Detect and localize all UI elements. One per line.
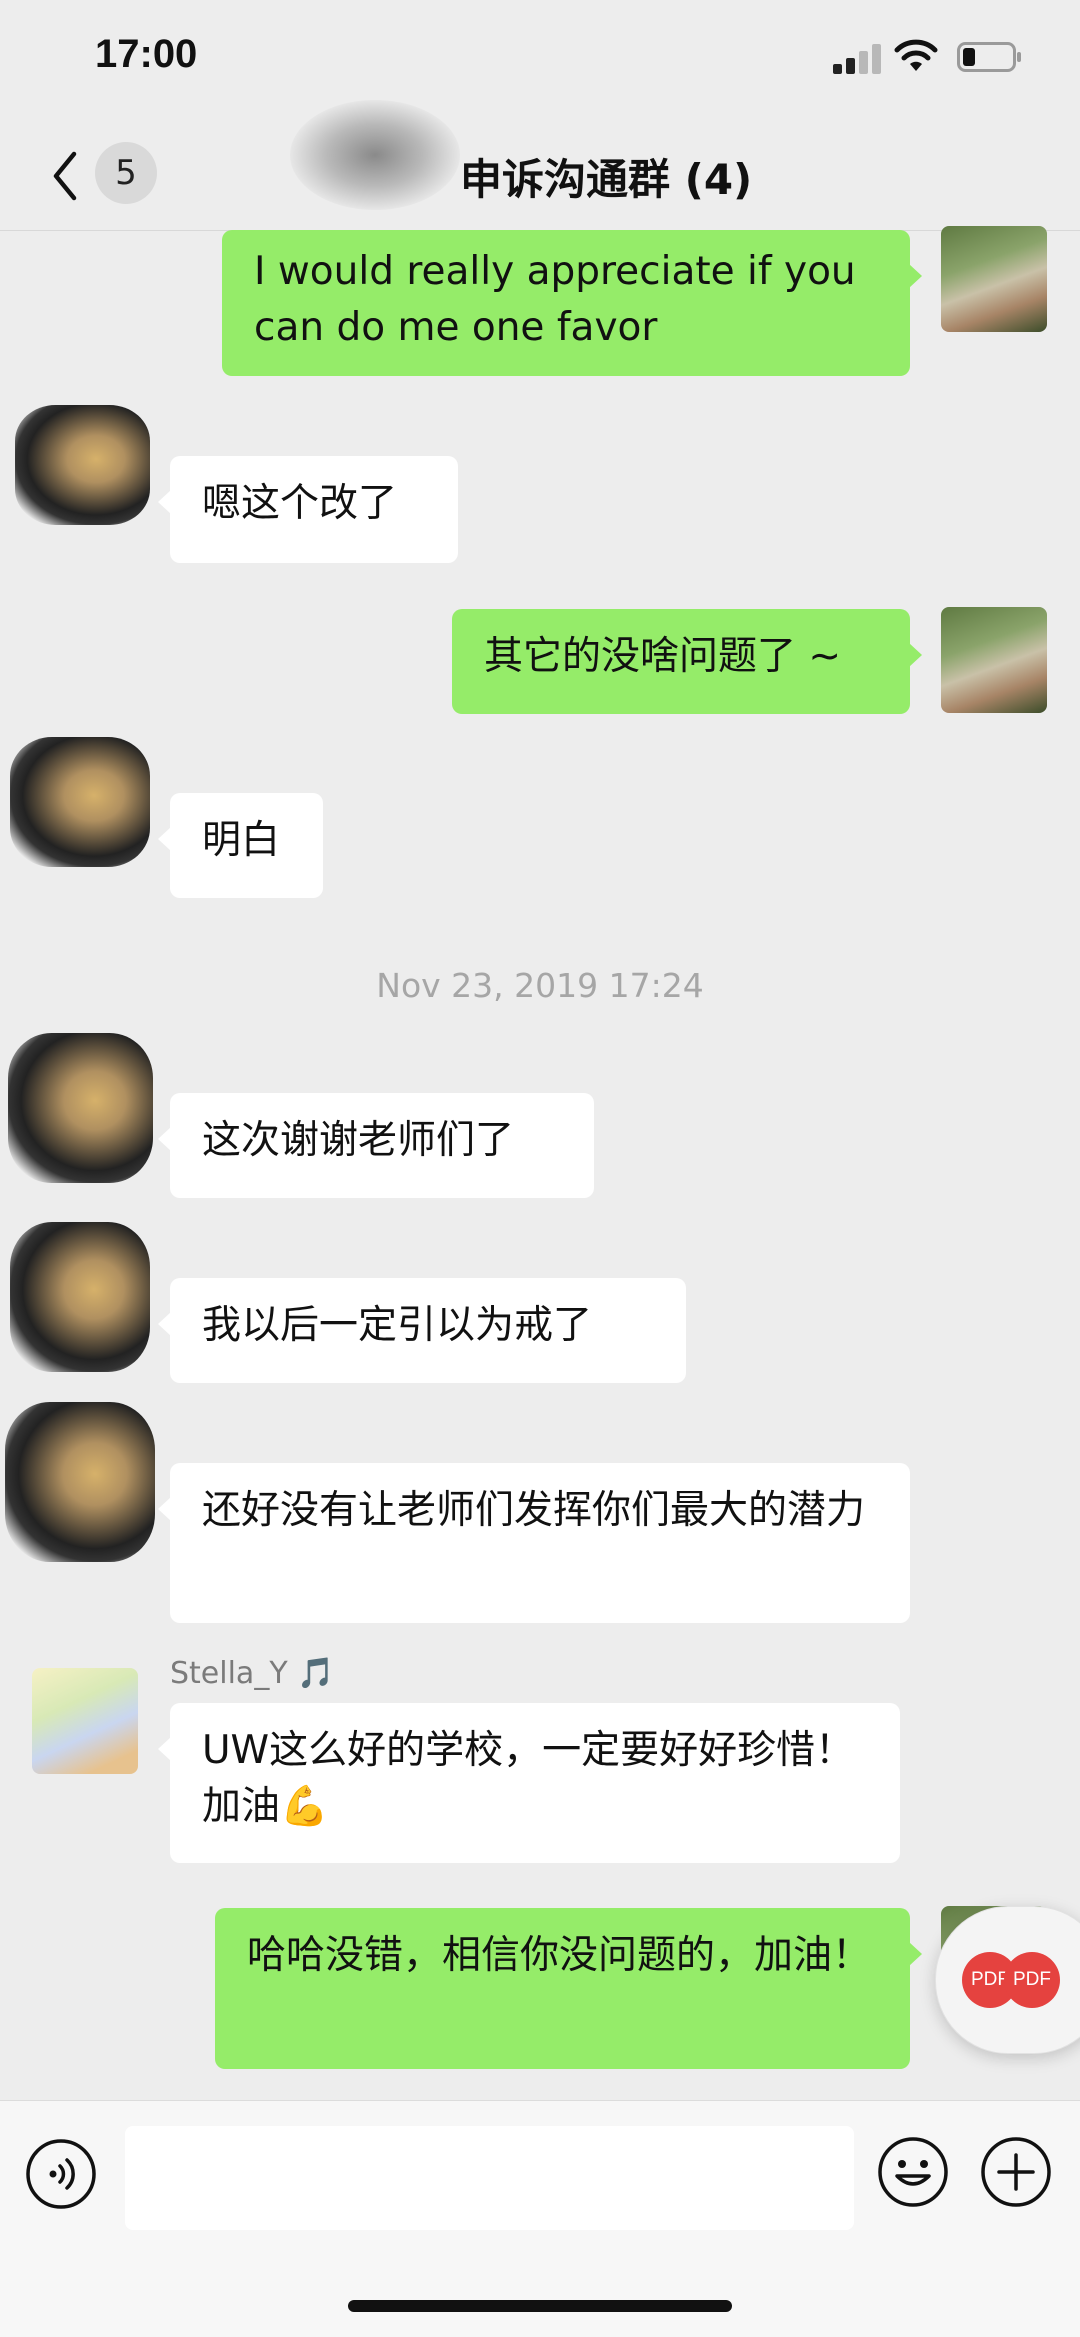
incoming-message[interactable]: 嗯这个改了 [158,456,458,563]
back-chevron-icon[interactable] [48,148,80,204]
member-avatar[interactable] [15,405,150,525]
my-avatar[interactable] [941,607,1047,713]
incoming-message[interactable]: 这次谢谢老师们了 [158,1093,594,1198]
message-text: I would really appreciate if you can do … [254,249,856,350]
message-text: 其它的没啥问题了 ~ [484,634,842,679]
floating-files-bubble[interactable]: PDF PDF [935,1906,1080,2054]
message-input[interactable] [125,2126,854,2230]
redaction-scribble [290,100,460,210]
member-avatar[interactable] [10,1222,150,1372]
battery-icon [957,42,1021,72]
message-text: 哈哈没错，相信你没问题的，加油！ [247,1933,872,1978]
outgoing-message[interactable]: 哈哈没错，相信你没问题的，加油！ [215,1908,922,2069]
status-time: 17:00 [95,32,198,76]
sender-name: Stella_Y 🎵 [170,1656,335,1691]
message-text: 我以后一定引以为戒了 [202,1303,593,1348]
my-avatar[interactable] [941,226,1047,332]
message-timestamp: Nov 23, 2019 17:24 [376,966,704,1005]
message-text: UW这么好的学校，一定要好好珍惜！加油💪 [202,1728,855,1829]
outgoing-message[interactable]: 其它的没啥问题了 ~ [452,609,922,714]
incoming-message[interactable]: 明白 [158,793,323,898]
unread-count-badge[interactable]: 5 [95,142,157,204]
member-avatar[interactable] [10,737,150,867]
message-text: 嗯这个改了 [202,481,398,526]
home-indicator [348,2300,732,2312]
add-more-icon[interactable] [980,2136,1052,2208]
member-avatar[interactable] [5,1402,155,1562]
wifi-icon [894,39,938,71]
emoji-icon[interactable] [877,2136,949,2208]
incoming-message[interactable]: 我以后一定引以为戒了 [158,1278,686,1383]
member-avatar[interactable] [8,1033,153,1183]
pdf-file-icon[interactable]: PDF [1004,1952,1060,2008]
voice-input-icon[interactable] [25,2138,97,2210]
stella-avatar[interactable] [32,1668,138,1774]
message-text: 这次谢谢老师们了 [202,1118,515,1163]
chat-title: 申诉沟通群 (4) [460,155,753,204]
message-text: 还好没有让老师们发挥你们最大的潜力 [202,1488,866,1533]
message-text: 明白 [202,818,281,863]
incoming-message[interactable]: UW这么好的学校，一定要好好珍惜！加油💪 [158,1703,900,1863]
outgoing-message[interactable]: I would really appreciate if you can do … [222,230,922,376]
incoming-message[interactable]: 还好没有让老师们发挥你们最大的潜力 [158,1463,910,1623]
status-bar: 17:00 [0,0,1080,120]
cellular-signal-icon [833,42,883,74]
